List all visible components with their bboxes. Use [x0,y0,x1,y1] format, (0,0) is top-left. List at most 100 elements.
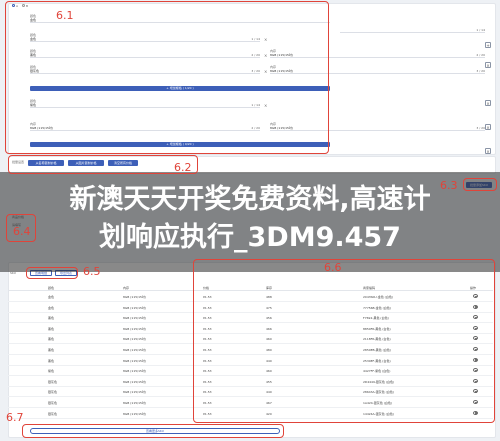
view-eye-icon[interactable] [473,400,478,404]
view-eye-icon[interactable] [473,325,478,330]
copy-from-image-button[interactable]: 从图片复制价格 [68,160,104,166]
radio-b-icon[interactable] [22,4,25,7]
spec-sub-2-value: 8GB (115/15吋) [270,69,294,73]
view-eye-icon[interactable] [473,368,478,373]
cell-color: 黑色 [48,337,55,342]
spec-group-4-counter: 1 / 14 [251,103,260,107]
spec-sub-3-field[interactable]: 内存 8GB (115/15吋) 2 / 20 [30,123,260,131]
table-row: 黑色 8GB (115/15吋) ¥1.53 456 F7692-黑色 (白色) [8,313,493,324]
add-spec-button-2[interactable]: + 增加规格 ( 0/20 ) [30,142,330,147]
remove-group-close-icon-1[interactable]: × [485,62,491,68]
cell-stock: 455 [266,379,272,384]
header-color: 颜色 [48,286,55,290]
sku-table-header: 颜色 内存 价格 库存 商家编码 操作 [8,284,493,291]
view-eye-icon[interactable] [473,347,478,351]
spec-group-1-right-field[interactable]: 1 / 14 [340,25,485,33]
spec-group-1-counter: 1 / 14 [476,28,485,32]
cell-price: ¥1.53 [203,358,212,363]
view-eye-icon[interactable] [473,304,478,309]
view-eye-icon[interactable] [473,336,478,341]
cell-sku-code: 2D4449-银灰色 (白色) [363,379,395,384]
cell-stock: 480 [266,348,272,352]
cell-sku-code: 2118FR-黑色 (白色) [363,337,391,342]
cell-color: 黑色 [48,316,55,321]
cell-sku-code: 1A424-银灰色 (白色) [363,401,393,405]
radio-a-icon[interactable] [12,4,15,7]
spec-sub-3-counter: 2 / 20 [251,126,260,130]
view-eye-icon[interactable] [473,389,478,394]
cell-sku-code: 8850FR-黑色 (白色) [363,326,391,331]
spec-value-3-close-icon[interactable]: × [264,70,267,74]
spec-group-1-field[interactable]: 颜色 金色 [30,15,330,23]
spec-value-2-close-icon[interactable]: × [264,54,267,58]
radio-group: A B [12,4,28,8]
view-eye-icon[interactable] [473,357,478,362]
view-eye-icon[interactable] [473,378,478,383]
table-row: 黑色 8GB (115/15吋) ¥1.53 440 2530EF-黑色 (白色) [8,356,493,366]
header-sku-code: 商家编码 [363,286,376,290]
spec-sub-4-field[interactable]: 内存 8GB (115/15吋) 3 / 20 [270,123,485,131]
spec-group-4-close-icon[interactable]: × [264,104,267,108]
clear-prices-button[interactable]: 清空所有价格 [108,160,138,166]
cell-stock: 456 [266,316,272,321]
spec-value-1-close-icon[interactable]: × [264,38,267,42]
cell-sku-code: 28643A-银灰色 (白色) [363,390,394,395]
annotation-label-6-7: 6.7 [6,411,24,424]
cell-sku-code: F7692-黑色 (白色) [363,316,389,321]
table-row: 金色 8GB (115/15吋) ¥1.53 488 2043SKU-金色 (白色) [8,292,493,302]
cell-memory: 8GB (115/15吋) [123,369,147,374]
cell-color: 银灰色 [48,411,58,416]
spec-sub-4-counter: 3 / 20 [476,126,485,130]
cell-price: ¥1.53 [203,369,212,374]
cell-memory: 8GB (115/15吋) [123,358,147,363]
spec-sub-2-field[interactable]: 内存 8GB (115/15吋) 3 / 20 [270,66,485,74]
annotation-label-6-6: 6.6 [324,261,342,274]
copy-from-name-button[interactable]: 从名称复制价格 [28,160,64,166]
spec-value-3-field[interactable]: 颜色 银灰色 3 / 20 [30,66,260,74]
spec-value-1-counter: 1 / 14 [251,37,260,41]
cell-memory: 8GB (115/15吋) [123,326,147,331]
cell-sku-code: 2850EB-黑色 (白色) [363,348,391,352]
cell-sku-code: 4427FF-紫色 (白色) [363,369,391,374]
cell-memory: 8GB (115/15吋) [123,316,147,321]
cell-stock: 488 [266,295,272,299]
cell-price: ¥1.53 [203,401,212,405]
remove-group-close-icon-3[interactable]: × [485,124,491,130]
view-eye-icon[interactable] [473,410,478,415]
annotation-label-6-3: 6.3 [440,179,458,192]
spec-value-1-field[interactable]: 颜色 金色 1 / 14 [30,34,260,42]
cell-price: ¥1.53 [203,326,212,331]
view-more-sku-button[interactable]: 查看更多SKU [30,428,280,434]
spec-group-1-value: 金色 [30,18,37,22]
cell-color: 金色 [48,305,55,310]
cell-price: ¥1.53 [203,316,212,321]
radio-a-label: A [15,4,19,8]
add-spec-button-1[interactable]: + 增加规格 ( 1/20 ) [30,86,330,91]
cell-color: 紫色 [48,369,55,374]
remove-group-close-icon-2[interactable]: × [485,100,491,106]
cell-memory: 8GB (115/15吋) [123,390,147,395]
view-eye-icon[interactable] [473,315,478,320]
annotation-label-6-2: 6.2 [174,161,192,174]
annotation-label-6-4: 6.4 [13,225,31,238]
table-row: 黑色 8GB (115/15吋) ¥1.53 480 2850EB-黑色 (白色) [8,345,493,355]
spec-value-2-value: 黑色 [30,53,37,57]
spec-sub-1-value: 8GB (115/15吋) [270,53,294,57]
cell-color: 黑色 [48,326,55,331]
cell-stock: 475 [266,305,272,310]
view-eye-icon[interactable] [473,294,478,298]
table-row: 银灰色 8GB (115/15吋) ¥1.53 467 1A424-银灰色 (白色) [8,398,493,408]
cell-stock: 466 [266,326,272,331]
header-action: 操作 [470,286,477,290]
add-group-plus-icon[interactable]: + [485,42,491,48]
spec-value-2-field[interactable]: 颜色 黑色 2 / 20 [30,50,260,58]
cell-stock: 440 [266,390,272,395]
spec-group-4-field[interactable]: 颜色 紫色 1 / 14 [30,100,260,108]
spec-sub-1-field[interactable]: 内存 8GB (115/15吋) 2 / 20 [270,50,485,58]
spec-value-3-value: 银灰色 [30,69,40,73]
watermark-title-line-1: 新澳天天开奖免费资料,高速计 [69,184,431,215]
remove-group-close-icon-4[interactable]: × [485,148,491,154]
cell-color: 银灰色 [48,379,58,384]
spec-value-1-value: 金色 [30,37,37,41]
spec-sub-1-counter: 2 / 20 [476,53,485,57]
